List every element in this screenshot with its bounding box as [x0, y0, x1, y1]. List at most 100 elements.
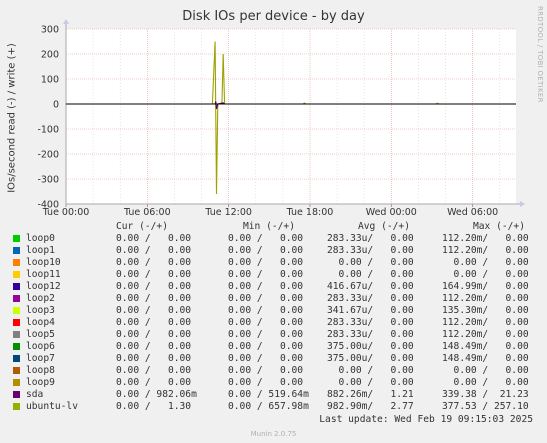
legend-avg: 0.00 / 0.00: [327, 257, 414, 268]
x-tick-label: Tue 06:00: [123, 207, 171, 218]
legend-cur: 0.00 / 0.00: [116, 281, 192, 292]
legend-cur: 0.00 / 0.00: [116, 353, 192, 364]
legend-name: ubuntu-lv: [26, 401, 78, 412]
legend-min: 0.00 / 0.00: [228, 341, 304, 352]
legend-avg: 375.00u/ 0.00: [327, 341, 414, 352]
legend-avg: 375.00u/ 0.00: [327, 353, 414, 364]
legend-row: sda 0.00 / 982.06m 0.00 / 519.64m 882.26m/ …: [0, 389, 547, 401]
legend-swatch: [13, 271, 20, 278]
legend-max: 112.20m/ 0.00: [442, 293, 529, 304]
x-axis-arrow: [520, 201, 525, 207]
munin-graph: Disk IOs per device - by day RRDTOOL / T…: [0, 0, 547, 443]
legend-min: 0.00 / 0.00: [228, 281, 304, 292]
legend-row: ubuntu-lv 0.00 / 1.30 0.00 / 657.98m 982.90…: [0, 401, 547, 413]
y-tick-label: 200: [41, 50, 59, 61]
legend-min: 0.00 / 0.00: [228, 365, 304, 376]
legend-name: loop1: [26, 245, 55, 256]
legend-name: loop2: [26, 293, 55, 304]
legend-swatch: [13, 355, 20, 362]
legend-avg: 283.33u/ 0.00: [327, 293, 414, 304]
legend-swatch: [13, 235, 20, 242]
legend-header: Cur (-/+) Min (-/+) Avg (-/+) Max (-/+): [0, 221, 547, 233]
legend-row: loop12 0.00 / 0.00 0.00 / 0.00 416.67u/ 0.0…: [0, 281, 547, 293]
legend-cur: 0.00 / 0.00: [116, 377, 192, 388]
legend-name: loop11: [26, 269, 61, 280]
legend-max: 135.30m/ 0.00: [442, 305, 529, 316]
legend-cur: 0.00 / 0.00: [116, 257, 192, 268]
plot-area: 3002001000-100-200-300-400Tue 00:00 Tue 0…: [37, 19, 525, 218]
legend-row: loop4 0.00 / 0.00 0.00 / 0.00 283.33u/ 0.00…: [0, 317, 547, 329]
legend-swatch: [13, 403, 20, 410]
legend-min: 0.00 / 0.00: [228, 329, 304, 340]
legend-name: loop6: [26, 341, 55, 352]
y-tick-label: 300: [41, 25, 59, 36]
legend-row: loop6 0.00 / 0.00 0.00 / 0.00 375.00u/ 0.00…: [0, 341, 547, 353]
x-tick-label: Tue 12:00: [204, 207, 252, 218]
legend-row: loop0 0.00 / 0.00 0.00 / 0.00 283.33u/ 0.00…: [0, 233, 547, 245]
legend-avg: 341.67u/ 0.00: [327, 305, 414, 316]
legend-max: 112.20m/ 0.00: [442, 329, 529, 340]
legend-name: loop12: [26, 281, 61, 292]
munin-version: Munin 2.0.75: [250, 430, 297, 438]
legend-swatch: [13, 331, 20, 338]
legend-min: 0.00 / 0.00: [228, 245, 304, 256]
legend-min: 0.00 / 0.00: [228, 257, 304, 268]
legend-max: 148.49m/ 0.00: [442, 353, 529, 364]
legend-max: 0.00 / 0.00: [442, 377, 529, 388]
legend-swatch: [13, 295, 20, 302]
legend-max: 112.20m/ 0.00: [442, 233, 529, 244]
legend-cur: 0.00 / 0.00: [116, 317, 192, 328]
legend-name: loop3: [26, 305, 55, 316]
legend-avg: 982.90m/ 2.77: [327, 401, 414, 412]
legend-swatch: [13, 319, 20, 326]
header-cur: Cur (-/+): [116, 221, 168, 232]
x-tick-label: Tue 18:00: [286, 207, 334, 218]
legend-row: loop5 0.00 / 0.00 0.00 / 0.00 283.33u/ 0.00…: [0, 329, 547, 341]
legend-max: 0.00 / 0.00: [442, 257, 529, 268]
legend-avg: 0.00 / 0.00: [327, 269, 414, 280]
legend-avg: 0.00 / 0.00: [327, 365, 414, 376]
legend-max: 377.53 / 257.10: [442, 401, 529, 412]
legend-name: loop4: [26, 317, 55, 328]
header-min: Min (-/+): [243, 221, 295, 232]
legend-cur: 0.00 / 0.00: [116, 233, 192, 244]
legend-name: loop0: [26, 233, 55, 244]
legend-name: sda: [26, 389, 44, 400]
legend-name: loop5: [26, 329, 55, 340]
legend-min: 0.00 / 0.00: [228, 377, 304, 388]
legend-max: 0.00 / 0.00: [442, 269, 529, 280]
legend-name: loop10: [26, 257, 61, 268]
legend-row: loop8 0.00 / 0.00 0.00 / 0.00 0.00 / 0.00 …: [0, 365, 547, 377]
legend-min: 0.00 / 0.00: [228, 293, 304, 304]
legend-min: 0.00 / 0.00: [228, 269, 304, 280]
legend-cur: 0.00 / 982.06m: [116, 389, 197, 400]
legend-cur: 0.00 / 0.00: [116, 245, 192, 256]
legend-swatch: [13, 367, 20, 374]
legend-min: 0.00 / 0.00: [228, 317, 304, 328]
legend-row: loop2 0.00 / 0.00 0.00 / 0.00 283.33u/ 0.00…: [0, 293, 547, 305]
legend-cur: 0.00 / 0.00: [116, 293, 192, 304]
legend-row: loop3 0.00 / 0.00 0.00 / 0.00 341.67u/ 0.00…: [0, 305, 547, 317]
legend-max: 148.49m/ 0.00: [442, 341, 529, 352]
y-tick-label: 0: [53, 100, 59, 111]
legend-cur: 0.00 / 0.00: [116, 341, 192, 352]
legend-swatch: [13, 379, 20, 386]
y-axis-arrow: [63, 19, 69, 24]
legend-avg: 283.33u/ 0.00: [327, 233, 414, 244]
legend-row: loop11 0.00 / 0.00 0.00 / 0.00 0.00 / 0.00…: [0, 269, 547, 281]
legend-cur: 0.00 / 0.00: [116, 269, 192, 280]
legend-avg: 283.33u/ 0.00: [327, 245, 414, 256]
legend-swatch: [13, 343, 20, 350]
y-tick-label: -300: [37, 175, 59, 186]
x-tick-label: Tue 00:00: [42, 207, 90, 218]
legend-cur: 0.00 / 0.00: [116, 365, 192, 376]
legend-max: 112.20m/ 0.00: [442, 245, 529, 256]
legend-row: loop9 0.00 / 0.00 0.00 / 0.00 0.00 / 0.00 …: [0, 377, 547, 389]
legend-max: 164.99m/ 0.00: [442, 281, 529, 292]
legend-avg: 0.00 / 0.00: [327, 377, 414, 388]
legend-max: 0.00 / 0.00: [442, 365, 529, 376]
legend-cur: 0.00 / 1.30: [116, 401, 192, 412]
legend-min: 0.00 / 0.00: [228, 305, 304, 316]
last-update: Last update: Wed Feb 19 09:15:03 2025: [319, 414, 533, 425]
legend-swatch: [13, 247, 20, 254]
